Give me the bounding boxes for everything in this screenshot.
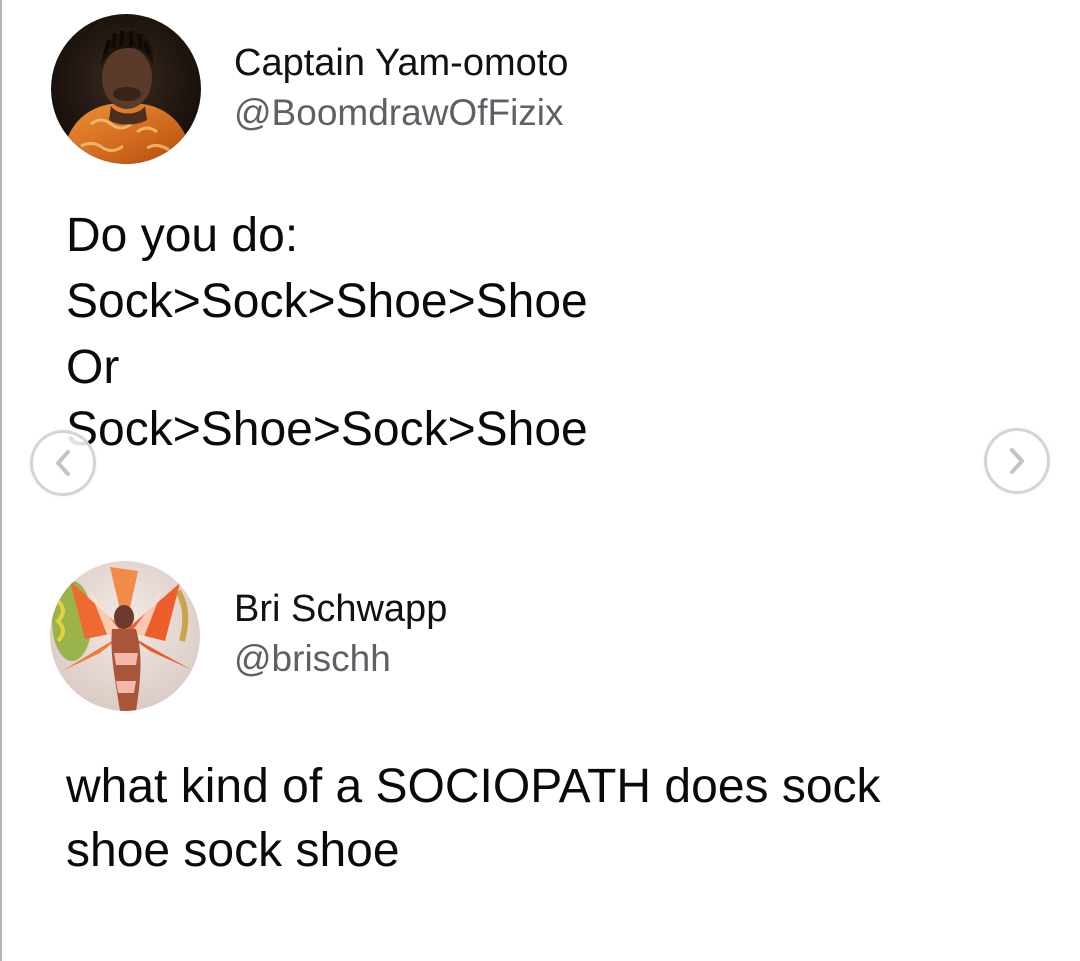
chevron-left-icon <box>56 450 70 476</box>
author-handle[interactable]: @BoomdrawOfFizix <box>234 91 564 135</box>
avatar-captain-yam-omoto[interactable] <box>51 14 201 164</box>
tweet-text-line: Sock>Sock>Shoe>Shoe <box>66 275 588 328</box>
next-button[interactable] <box>984 428 1050 494</box>
previous-button[interactable] <box>30 430 96 496</box>
tweet-text-line: Do you do: <box>66 209 299 262</box>
tweet-text-line: Or <box>66 341 120 394</box>
author-name[interactable]: Captain Yam-omoto <box>234 41 568 85</box>
chevron-right-icon <box>1010 448 1024 474</box>
avatar-bri-schwapp[interactable] <box>50 561 200 711</box>
avatar-bri-image <box>50 561 200 711</box>
screenshot-left-edge <box>0 0 2 961</box>
author-name[interactable]: Bri Schwapp <box>234 587 447 631</box>
tweet-text-line: Sock>Shoe>Sock>Shoe <box>66 403 588 456</box>
author-handle[interactable]: @brischh <box>234 637 391 681</box>
tweet-text-line: what kind of a SOCIOPATH does sock <box>66 760 881 813</box>
avatar-captain-image <box>51 14 201 164</box>
tweet-text-line: shoe sock shoe <box>66 824 400 877</box>
